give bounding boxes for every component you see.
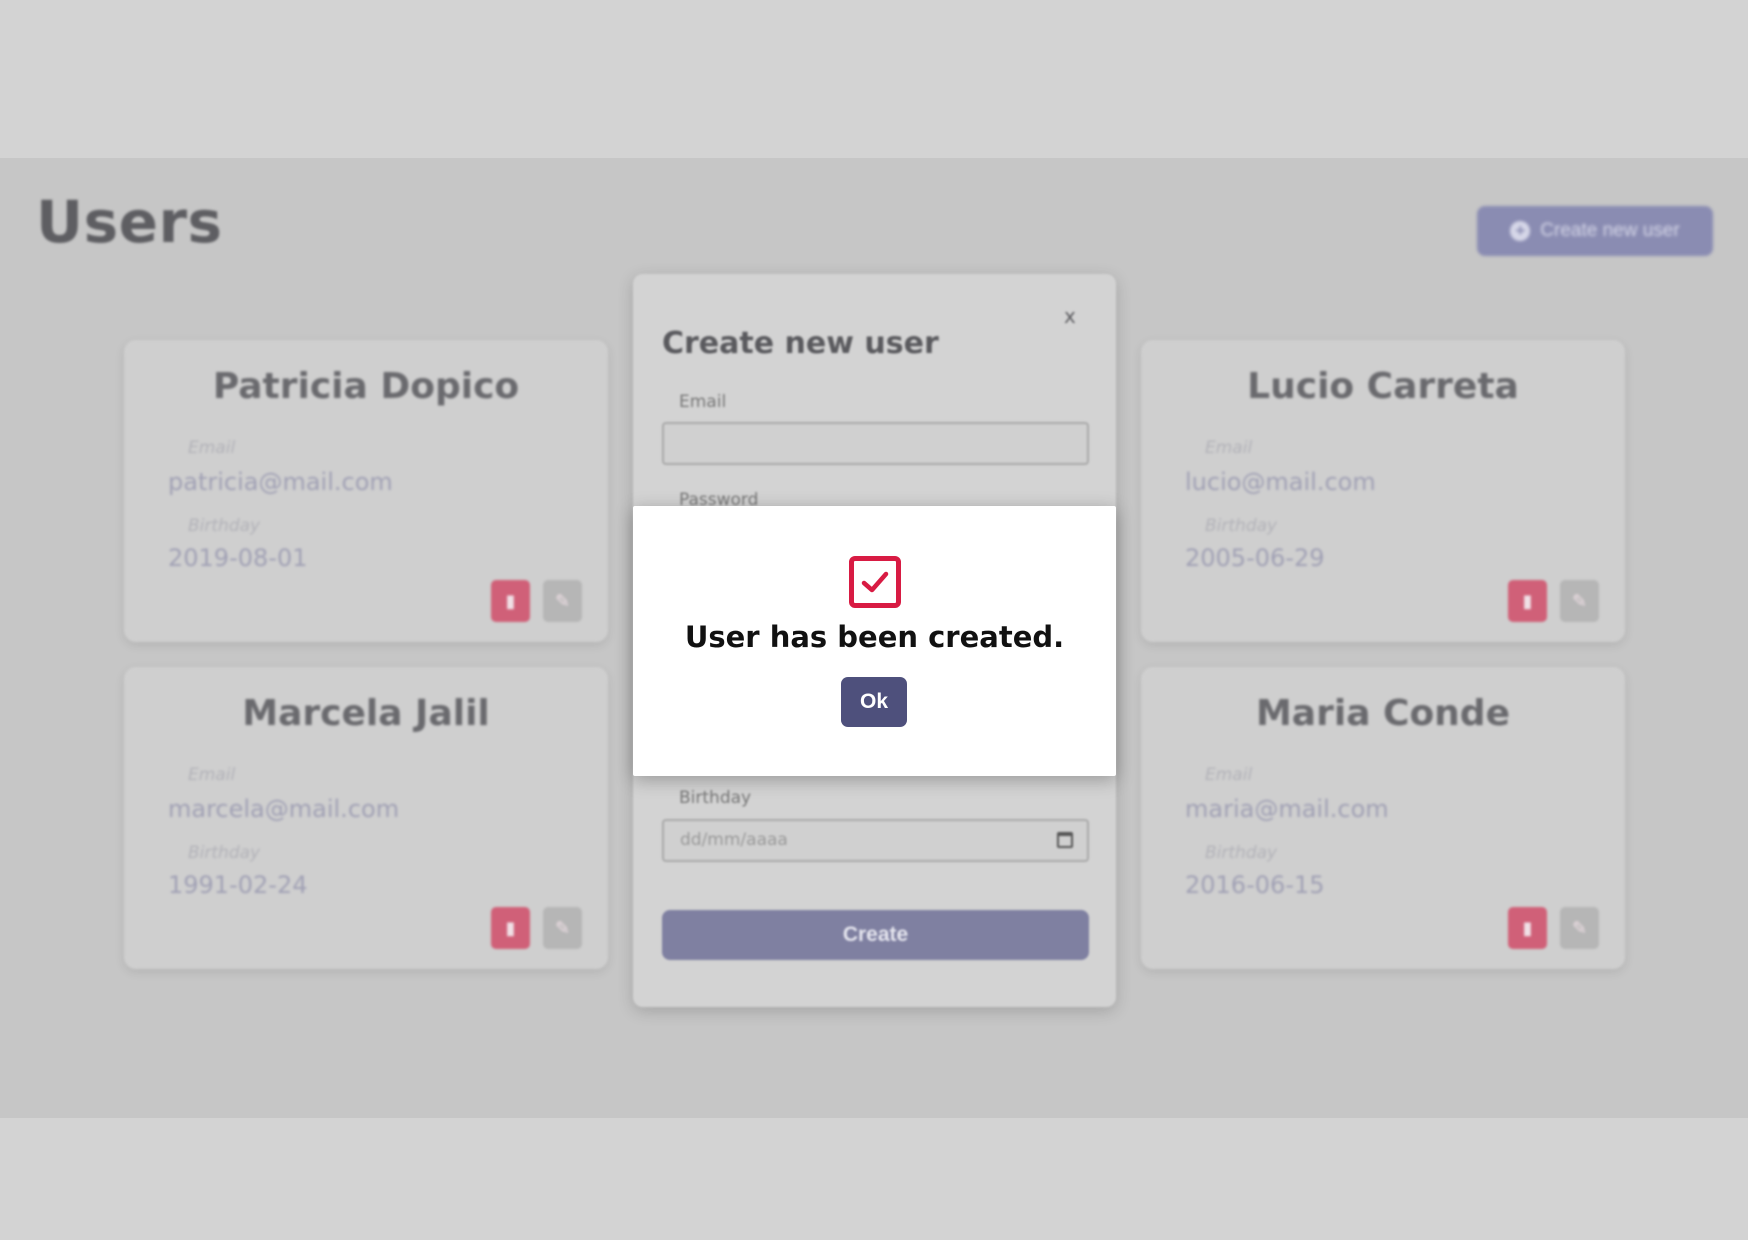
email-label: Email bbox=[188, 438, 236, 458]
delete-user-button[interactable]: ▮ bbox=[1508, 580, 1547, 622]
user-birthday: 1991-02-24 bbox=[168, 871, 308, 899]
birthday-placeholder: dd/mm/aaaa bbox=[680, 830, 788, 850]
edit-icon: ✎ bbox=[554, 918, 571, 938]
edit-user-button[interactable]: ✎ bbox=[1560, 907, 1599, 949]
email-label: Email bbox=[188, 765, 236, 785]
checkbox-checked-icon bbox=[849, 556, 901, 608]
success-dialog: User has been created. Ok bbox=[633, 506, 1116, 776]
page-title: Users bbox=[36, 188, 223, 256]
email-label: Email bbox=[1205, 765, 1253, 785]
edit-user-button[interactable]: ✎ bbox=[543, 907, 582, 949]
delete-user-button[interactable]: ▮ bbox=[1508, 907, 1547, 949]
trash-icon: ▮ bbox=[505, 918, 516, 938]
create-new-user-label: Create new user bbox=[1540, 220, 1680, 241]
user-birthday: 2019-08-01 bbox=[168, 544, 308, 572]
birthday-label: Birthday bbox=[188, 516, 261, 536]
success-message: User has been created. bbox=[684, 620, 1065, 654]
delete-user-button[interactable]: ▮ bbox=[491, 580, 530, 622]
user-email: patricia@mail.com bbox=[168, 468, 393, 496]
email-field[interactable] bbox=[662, 422, 1089, 465]
delete-user-button[interactable]: ▮ bbox=[491, 907, 530, 949]
plus-circle-icon: + bbox=[1510, 221, 1531, 241]
create-button[interactable]: Create bbox=[662, 910, 1089, 960]
user-name: Maria Conde bbox=[1255, 693, 1510, 734]
user-name: Marcela Jalil bbox=[242, 693, 490, 734]
birthday-field-label: Birthday bbox=[679, 788, 752, 808]
birthday-label: Birthday bbox=[1205, 843, 1278, 863]
user-card: Marcela Jalil Email marcela@mail.com Bir… bbox=[124, 667, 608, 969]
user-email: maria@mail.com bbox=[1185, 795, 1389, 823]
user-card: Lucio Carreta Email lucio@mail.com Birth… bbox=[1141, 340, 1625, 642]
user-email: marcela@mail.com bbox=[168, 795, 400, 823]
user-card: Maria Conde Email maria@mail.com Birthda… bbox=[1141, 667, 1625, 969]
trash-icon: ▮ bbox=[1522, 591, 1533, 611]
calendar-icon[interactable] bbox=[1057, 832, 1073, 848]
user-birthday: 2016-06-15 bbox=[1185, 871, 1325, 899]
birthday-field[interactable]: dd/mm/aaaa bbox=[662, 819, 1089, 862]
edit-icon: ✎ bbox=[1571, 918, 1588, 938]
edit-user-button[interactable]: ✎ bbox=[1560, 580, 1599, 622]
edit-user-button[interactable]: ✎ bbox=[543, 580, 582, 622]
user-name: Lucio Carreta bbox=[1247, 366, 1519, 407]
user-birthday: 2005-06-29 bbox=[1185, 544, 1325, 572]
close-modal-button[interactable]: x bbox=[1064, 304, 1076, 328]
ok-button[interactable]: Ok bbox=[841, 677, 907, 727]
modal-title: Create new user bbox=[662, 326, 939, 361]
trash-icon: ▮ bbox=[505, 591, 516, 611]
edit-icon: ✎ bbox=[1571, 591, 1588, 611]
create-new-user-button[interactable]: + Create new user bbox=[1477, 206, 1713, 256]
edit-icon: ✎ bbox=[554, 591, 571, 611]
birthday-label: Birthday bbox=[1205, 516, 1278, 536]
trash-icon: ▮ bbox=[1522, 918, 1533, 938]
user-email: lucio@mail.com bbox=[1185, 468, 1376, 496]
user-name: Patricia Dopico bbox=[212, 366, 520, 407]
birthday-label: Birthday bbox=[188, 843, 261, 863]
email-label: Email bbox=[1205, 438, 1253, 458]
user-card: Patricia Dopico Email patricia@mail.com … bbox=[124, 340, 608, 642]
email-field-label: Email bbox=[679, 392, 727, 412]
